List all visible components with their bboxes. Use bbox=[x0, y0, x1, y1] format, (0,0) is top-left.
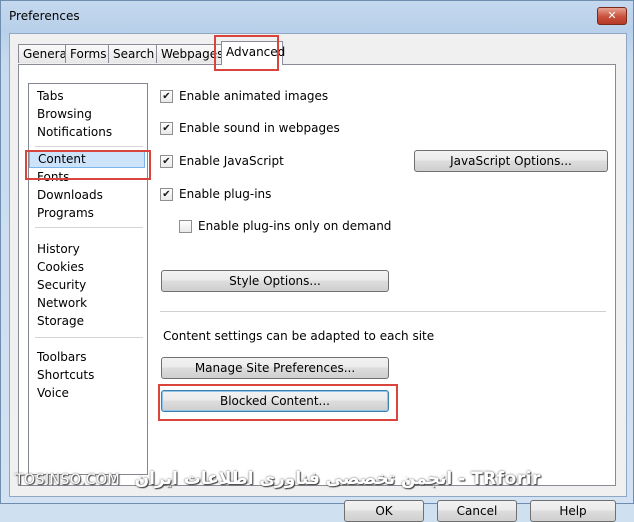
animated-images-label: Enable animated images bbox=[179, 89, 329, 103]
category-notifications[interactable]: Notifications bbox=[29, 123, 145, 141]
animated-images-checkbox[interactable]: ✔ bbox=[160, 90, 173, 103]
plugins-label: Enable plug-ins bbox=[179, 187, 272, 201]
category-separator bbox=[35, 337, 143, 338]
category-shortcuts[interactable]: Shortcuts bbox=[29, 366, 145, 384]
category-separator bbox=[35, 227, 143, 228]
plugins-on-demand-label: Enable plug-ins only on demand bbox=[198, 219, 392, 233]
javascript-checkbox[interactable]: ✔ bbox=[160, 155, 173, 168]
content-separator bbox=[160, 311, 606, 312]
category-network[interactable]: Network bbox=[29, 294, 145, 312]
category-toolbars[interactable]: Toolbars bbox=[29, 348, 145, 366]
help-button[interactable]: Help bbox=[530, 500, 616, 522]
category-history[interactable]: History bbox=[29, 240, 145, 258]
category-separator bbox=[35, 146, 143, 147]
ok-button[interactable]: OK bbox=[344, 500, 424, 522]
watermark-site: TOSINSO.COM bbox=[15, 472, 121, 488]
watermark: TOSINSO.COM انجمن تخصصی فناوری اطلاعات ا… bbox=[15, 469, 541, 489]
watermark-text: انجمن تخصصی فناوری اطلاعات ایران - TRfor… bbox=[134, 469, 541, 489]
category-cookies[interactable]: Cookies bbox=[29, 258, 145, 276]
javascript-options-button[interactable]: JavaScript Options... bbox=[414, 150, 608, 172]
category-fonts[interactable]: Fonts bbox=[29, 168, 145, 186]
blocked-content-button[interactable]: Blocked Content... bbox=[161, 390, 389, 412]
tab-forms[interactable]: Forms bbox=[65, 44, 112, 63]
plugins-on-demand-checkbox[interactable] bbox=[179, 220, 192, 233]
category-voice[interactable]: Voice bbox=[29, 384, 145, 402]
style-options-button[interactable]: Style Options... bbox=[161, 270, 389, 292]
category-content[interactable]: Content bbox=[29, 150, 145, 168]
cancel-button[interactable]: Cancel bbox=[437, 500, 517, 522]
category-storage[interactable]: Storage bbox=[29, 312, 145, 330]
window-title: Preferences bbox=[9, 9, 80, 23]
dialog-client-area: General Forms Search Webpages Advanced T… bbox=[9, 33, 627, 522]
content-settings-text: Content settings can be adapted to each … bbox=[163, 329, 435, 343]
manage-site-preferences-button[interactable]: Manage Site Preferences... bbox=[161, 357, 389, 379]
tab-webpages[interactable]: Webpages bbox=[156, 44, 229, 63]
sound-checkbox[interactable]: ✔ bbox=[160, 122, 173, 135]
category-browsing[interactable]: Browsing bbox=[29, 105, 145, 123]
category-security[interactable]: Security bbox=[29, 276, 145, 294]
javascript-label: Enable JavaScript bbox=[179, 154, 284, 168]
plugins-checkbox[interactable]: ✔ bbox=[160, 188, 173, 201]
category-programs[interactable]: Programs bbox=[29, 204, 145, 222]
category-list[interactable]: Tabs Browsing Notifications Content Font… bbox=[28, 83, 148, 475]
preferences-window: Preferences ✕ General Forms Search Webpa… bbox=[0, 0, 634, 522]
category-tabs[interactable]: Tabs bbox=[29, 87, 145, 105]
title-bar[interactable]: Preferences ✕ bbox=[1, 1, 633, 31]
tab-search[interactable]: Search bbox=[108, 44, 160, 63]
advanced-panel: Tabs Browsing Notifications Content Font… bbox=[18, 64, 616, 486]
category-downloads[interactable]: Downloads bbox=[29, 186, 145, 204]
close-icon[interactable]: ✕ bbox=[597, 7, 627, 25]
sound-label: Enable sound in webpages bbox=[179, 121, 340, 135]
tab-advanced[interactable]: Advanced bbox=[221, 41, 285, 65]
